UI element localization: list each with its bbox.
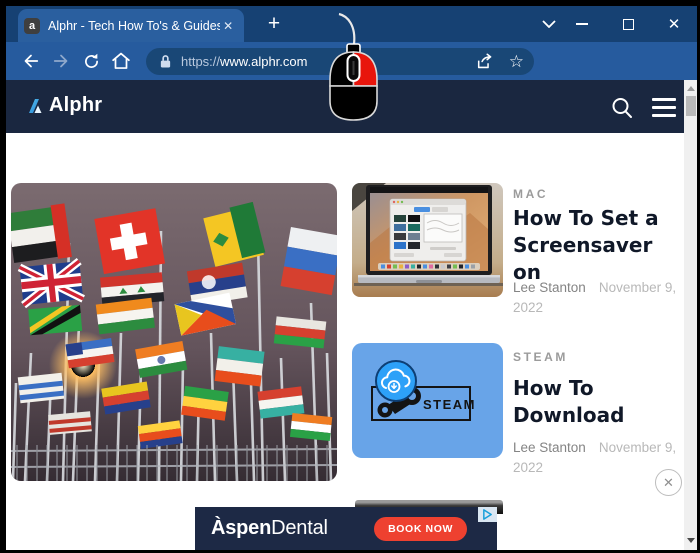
tab-close-icon[interactable]: ✕ (220, 18, 236, 34)
ad-brand-accent: Àspen (211, 517, 271, 539)
url-host: www.alphr.com (220, 54, 307, 69)
tab-title: Alphr - Tech How To's & Guides (48, 19, 220, 33)
tab-favicon-icon: a (24, 18, 40, 34)
browser-tab[interactable]: a Alphr - Tech How To's & Guides ✕ (18, 9, 244, 42)
article-author[interactable]: Lee Stanton (513, 440, 586, 455)
back-button[interactable] (16, 46, 46, 76)
lock-icon (159, 54, 172, 69)
reload-button[interactable] (76, 46, 106, 76)
window-controls: ✕ (559, 6, 697, 42)
article-category[interactable]: STEAM (513, 350, 568, 364)
home-button[interactable] (106, 46, 136, 76)
url-text: https://www.alphr.com (181, 54, 307, 69)
ad-close-button[interactable]: ✕ (655, 469, 682, 496)
article-author[interactable]: Lee Stanton (513, 280, 586, 295)
maximize-button[interactable] (605, 6, 651, 42)
steam-logo-text: STEAM (423, 397, 476, 412)
article-steam-thumbnail[interactable]: STEAM (352, 343, 503, 458)
article-byline: Lee StantonNovember 9, 2022 (513, 278, 685, 318)
scroll-down-arrow[interactable] (687, 538, 695, 543)
article-title[interactable]: How To Set a Screensaver on (513, 205, 683, 286)
new-tab-button[interactable]: + (261, 11, 287, 37)
site-logo[interactable]: Alphr (26, 94, 102, 117)
browser-window: a Alphr - Tech How To's & Guides ✕ + ✕ (6, 6, 697, 550)
ad-brand-rest: Dental (271, 517, 328, 539)
scrollbar[interactable] (684, 80, 697, 550)
ad-close-icon: ✕ (663, 475, 674, 491)
adchoices-icon[interactable] (478, 507, 497, 522)
ad-banner[interactable]: ÀspenDental BOOK NOW (195, 507, 497, 550)
share-button[interactable] (476, 53, 495, 70)
article-mac-thumbnail[interactable] (352, 183, 503, 297)
scrollbar-thumb[interactable] (686, 96, 696, 116)
site-logo-text: Alphr (49, 94, 102, 117)
scroll-up-arrow[interactable] (687, 86, 695, 91)
forward-button[interactable] (46, 46, 76, 76)
menu-hamburger-icon[interactable] (652, 98, 676, 117)
alphr-logo-icon (26, 97, 44, 115)
article-category[interactable]: MAC (513, 187, 548, 201)
ad-brand-logo: ÀspenDental (211, 517, 328, 540)
page-content: MAC How To Set a Screensaver on Lee Stan… (6, 133, 684, 550)
maximize-icon (623, 19, 634, 30)
bookmark-star-icon[interactable]: ☆ (509, 53, 524, 70)
close-icon: ✕ (668, 15, 681, 33)
close-button[interactable]: ✕ (651, 6, 697, 42)
mouse-cursor-graphic (315, 8, 385, 126)
flags-featured-image[interactable] (11, 183, 337, 481)
article-title[interactable]: How To Download (513, 375, 683, 429)
search-icon[interactable] (608, 94, 636, 122)
book-now-button[interactable]: BOOK NOW (374, 517, 467, 541)
url-protocol: https:// (181, 54, 220, 69)
minimize-button[interactable] (559, 6, 605, 42)
minimize-icon (576, 23, 588, 25)
